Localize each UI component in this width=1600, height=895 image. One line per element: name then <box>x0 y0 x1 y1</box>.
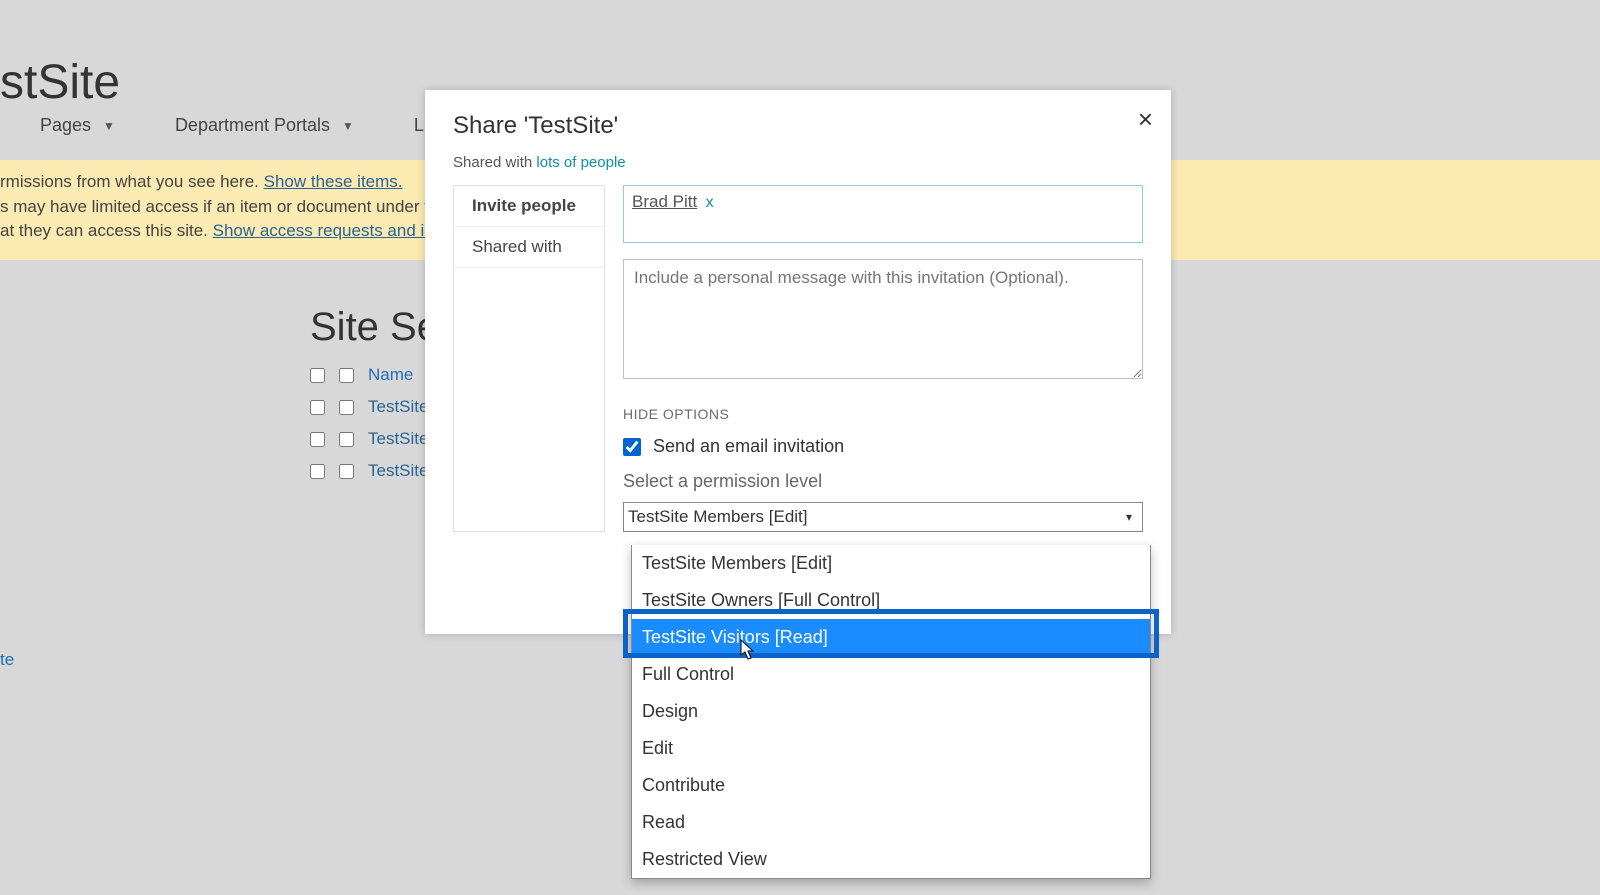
table-row[interactable]: TestSite <box>310 461 428 481</box>
nav-pages[interactable]: Pages ▼ <box>40 115 115 136</box>
permission-option[interactable]: Contribute <box>632 767 1150 804</box>
banner-text-1: rmissions from what you see here. <box>0 172 264 191</box>
sidebar-link-truncated[interactable]: te <box>0 650 14 670</box>
permission-option[interactable]: Full Control <box>632 656 1150 693</box>
row-checkbox[interactable] <box>339 464 354 479</box>
tab-shared-with[interactable]: Shared with <box>454 227 604 268</box>
permission-option[interactable]: TestSite Members [Edit] <box>632 545 1150 582</box>
column-checkbox[interactable] <box>339 368 354 383</box>
permission-option[interactable]: Restricted View <box>632 841 1150 878</box>
row-checkbox[interactable] <box>310 400 325 415</box>
permission-level-select[interactable]: TestSite Members [Edit] ▾ <box>623 502 1143 532</box>
remove-chip-button[interactable]: x <box>706 194 714 211</box>
permission-level-dropdown[interactable]: TestSite Members [Edit]TestSite Owners [… <box>631 545 1151 879</box>
nav-dept-label: Department Portals <box>175 115 330 136</box>
send-email-label: Send an email invitation <box>653 436 844 457</box>
row-name[interactable]: TestSite <box>368 429 428 449</box>
hide-options-toggle[interactable]: HIDE OPTIONS <box>623 406 1143 422</box>
message-input[interactable] <box>623 259 1143 379</box>
row-name[interactable]: TestSite <box>368 397 428 417</box>
tab-invite-people[interactable]: Invite people <box>454 186 604 227</box>
banner-text-3: at they can access this site. <box>0 221 213 240</box>
column-name-header[interactable]: Name <box>368 365 413 385</box>
row-checkbox[interactable] <box>339 400 354 415</box>
permission-selected-value: TestSite Members [Edit] <box>628 507 808 527</box>
site-title: stSite <box>0 55 120 110</box>
chevron-down-icon: ▼ <box>342 119 354 133</box>
nav-dept-portals[interactable]: Department Portals ▼ <box>175 115 354 136</box>
groups-table: Name TestSite TestSite TestSite <box>310 365 428 493</box>
dialog-title: Share 'TestSite' <box>453 112 1143 140</box>
chevron-down-icon: ▼ <box>103 119 115 133</box>
select-all-checkbox[interactable] <box>310 368 325 383</box>
shared-with-text: Shared with lots of people <box>453 154 1143 171</box>
permission-option[interactable]: TestSite Visitors [Read] <box>632 619 1150 656</box>
permission-option[interactable]: Edit <box>632 730 1150 767</box>
close-button[interactable]: × <box>1138 104 1153 135</box>
row-checkbox[interactable] <box>339 432 354 447</box>
shared-prefix: Shared with <box>453 154 536 171</box>
close-icon: × <box>1138 104 1153 134</box>
permission-option[interactable]: Read <box>632 804 1150 841</box>
permission-option[interactable]: Design <box>632 693 1150 730</box>
people-chip[interactable]: Brad Pitt <box>632 192 697 211</box>
table-row[interactable]: TestSite <box>310 397 428 417</box>
chevron-down-icon: ▾ <box>1120 508 1138 526</box>
permission-option[interactable]: TestSite Owners [Full Control] <box>632 582 1150 619</box>
table-row[interactable]: TestSite <box>310 429 428 449</box>
show-items-link[interactable]: Show these items. <box>264 172 403 191</box>
row-name[interactable]: TestSite <box>368 461 428 481</box>
permission-level-label: Select a permission level <box>623 471 1143 492</box>
row-checkbox[interactable] <box>310 464 325 479</box>
send-email-checkbox[interactable] <box>623 438 641 456</box>
top-nav: Pages ▼ Department Portals ▼ Lists ▼ <box>40 115 475 136</box>
people-picker-input[interactable]: Brad Pitt x <box>623 185 1143 243</box>
shared-with-link[interactable]: lots of people <box>536 154 625 171</box>
row-checkbox[interactable] <box>310 432 325 447</box>
nav-pages-label: Pages <box>40 115 91 136</box>
dialog-tabs: Invite people Shared with <box>453 185 605 532</box>
